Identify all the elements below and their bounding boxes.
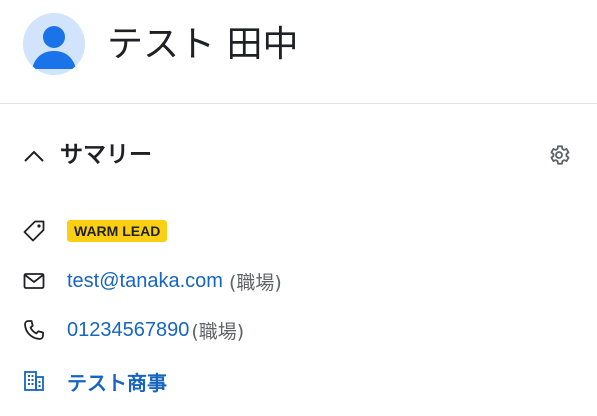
phone-type-label: (職場) <box>191 320 245 343</box>
gear-icon <box>550 145 570 165</box>
summary-section-header: サマリー <box>0 134 597 178</box>
summary-title: サマリー <box>60 142 152 168</box>
lead-status-badge: WARM LEAD <box>67 220 168 242</box>
avatar <box>23 13 85 75</box>
lead-status-row: WARM LEAD <box>0 213 597 249</box>
tag-icon <box>22 219 46 243</box>
building-icon <box>22 369 46 393</box>
company-row: テスト商事 <box>0 363 597 399</box>
company-link[interactable]: テスト商事 <box>67 367 167 396</box>
phone-icon <box>22 318 46 342</box>
chevron-up-icon <box>24 150 44 162</box>
email-row: test@tanaka.com (職場) <box>0 263 597 299</box>
contact-header: テスト 田中 <box>0 0 597 104</box>
collapse-summary-button[interactable] <box>22 144 46 168</box>
email-type-label: (職場) <box>228 271 282 294</box>
contact-name: テスト 田中 <box>107 24 299 65</box>
phone-row: 01234567890 (職場) <box>0 312 597 348</box>
settings-button[interactable] <box>547 143 571 167</box>
mail-icon <box>22 269 46 293</box>
person-avatar-icon <box>32 26 76 69</box>
email-link[interactable]: test@tanaka.com <box>67 270 223 293</box>
phone-link[interactable]: 01234567890 <box>67 319 189 342</box>
